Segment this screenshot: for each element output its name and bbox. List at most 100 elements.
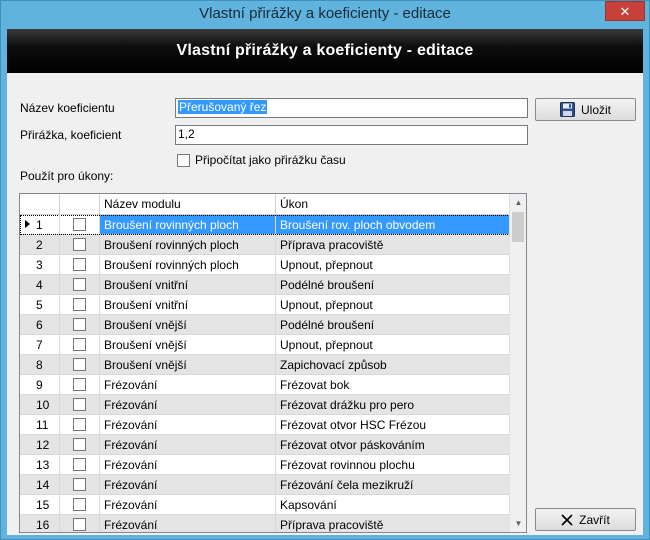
operation-cell[interactable]: Podélné broušení	[276, 315, 510, 334]
row-checkbox[interactable]	[73, 238, 86, 251]
time-surcharge-checkbox[interactable]	[177, 153, 190, 167]
row-checkbox[interactable]	[73, 278, 86, 291]
row-checkbox-cell[interactable]	[60, 435, 100, 454]
row-checkbox-cell[interactable]	[60, 515, 100, 532]
row-checkbox-cell[interactable]	[60, 455, 100, 474]
time-surcharge-option[interactable]: Připočítat jako přirážku času	[177, 153, 346, 167]
row-checkbox[interactable]	[73, 438, 86, 451]
grid-vertical-scrollbar[interactable]: ▲ ▼	[509, 194, 526, 532]
row-checkbox-cell[interactable]	[60, 275, 100, 294]
module-name-cell[interactable]: Frézování	[100, 515, 276, 532]
module-name-cell[interactable]: Broušení rovinných ploch	[100, 235, 276, 254]
row-checkbox-cell[interactable]	[60, 235, 100, 254]
table-row[interactable]: 5 Broušení vnitřní Upnout, přepnout	[20, 295, 510, 315]
name-input[interactable]: Přerušovaný řez	[175, 98, 528, 118]
row-checkbox-cell[interactable]	[60, 335, 100, 354]
row-checkbox-cell[interactable]	[60, 215, 100, 234]
row-checkbox-cell[interactable]	[60, 495, 100, 514]
module-name-cell[interactable]: Broušení vnější	[100, 335, 276, 354]
close-button-label: Zavřít	[579, 512, 610, 527]
module-name-cell[interactable]: Frézování	[100, 495, 276, 514]
operations-grid[interactable]: Název modulu Úkon 1 Broušení rovinných pl…	[19, 193, 527, 533]
operation-cell[interactable]: Frézovat otvor HSC Frézou	[276, 415, 510, 434]
module-name-cell[interactable]: Broušení rovinných ploch	[100, 215, 276, 234]
row-checkbox[interactable]	[73, 258, 86, 271]
module-name-cell[interactable]: Frézování	[100, 395, 276, 414]
row-checkbox[interactable]	[73, 418, 86, 431]
coefficient-input[interactable]: 1,2	[175, 125, 528, 145]
table-row[interactable]: 13 Frézování Frézovat rovinnou plochu	[20, 455, 510, 475]
table-row[interactable]: 14 Frézování Frézování čela mezikruží	[20, 475, 510, 495]
module-name-cell[interactable]: Frézování	[100, 415, 276, 434]
row-checkbox-cell[interactable]	[60, 255, 100, 274]
row-checkbox[interactable]	[73, 458, 86, 471]
header-checkbox[interactable]	[60, 194, 100, 214]
row-checkbox[interactable]	[73, 518, 86, 531]
header-module-name[interactable]: Název modulu	[100, 194, 276, 214]
row-checkbox-cell[interactable]	[60, 295, 100, 314]
name-label: Název koeficientu	[20, 101, 115, 115]
table-row[interactable]: 8 Broušení vnější Zapichovací způsob	[20, 355, 510, 375]
operation-cell[interactable]: Zapichovací způsob	[276, 355, 510, 374]
operation-cell[interactable]: Frézování čela mezikruží	[276, 475, 510, 494]
operation-cell[interactable]: Frézovat bok	[276, 375, 510, 394]
row-checkbox[interactable]	[73, 378, 86, 391]
table-row[interactable]: 7 Broušení vnější Upnout, přepnout	[20, 335, 510, 355]
table-row[interactable]: 4 Broušení vnitřní Podélné broušení	[20, 275, 510, 295]
table-row[interactable]: 1 Broušení rovinných ploch Broušení rov. p…	[20, 215, 510, 235]
row-checkbox[interactable]	[73, 338, 86, 351]
row-checkbox[interactable]	[73, 498, 86, 511]
row-checkbox[interactable]	[73, 478, 86, 491]
title-bar[interactable]: Vlastní přirážky a koeficienty - editace…	[1, 1, 649, 29]
operation-cell[interactable]: Upnout, přepnout	[276, 335, 510, 354]
table-row[interactable]: 2 Broušení rovinných ploch Příprava pracov…	[20, 235, 510, 255]
row-checkbox-cell[interactable]	[60, 415, 100, 434]
scroll-thumb[interactable]	[512, 212, 524, 242]
operation-cell[interactable]: Frézovat rovinnou plochu	[276, 455, 510, 474]
table-row[interactable]: 3 Broušení rovinných ploch Upnout, přepnou…	[20, 255, 510, 275]
module-name-cell[interactable]: Frézování	[100, 375, 276, 394]
operation-cell[interactable]: Příprava pracoviště	[276, 515, 510, 532]
module-name-cell[interactable]: Broušení vnitřní	[100, 275, 276, 294]
module-name-cell[interactable]: Broušení vnější	[100, 355, 276, 374]
table-row[interactable]: 10 Frézování Frézovat drážku pro pero	[20, 395, 510, 415]
operation-cell[interactable]: Upnout, přepnout	[276, 255, 510, 274]
table-row[interactable]: 6 Broušení vnější Podélné broušení	[20, 315, 510, 335]
close-button[interactable]: Zavřít	[535, 508, 636, 531]
header-row-number[interactable]	[20, 194, 60, 214]
module-name-cell[interactable]: Broušení vnitřní	[100, 295, 276, 314]
module-name-cell[interactable]: Frézování	[100, 475, 276, 494]
row-checkbox-cell[interactable]	[60, 395, 100, 414]
operation-cell[interactable]: Příprava pracoviště	[276, 235, 510, 254]
operation-cell[interactable]: Podélné broušení	[276, 275, 510, 294]
row-checkbox-cell[interactable]	[60, 375, 100, 394]
table-row[interactable]: 9 Frézování Frézovat bok	[20, 375, 510, 395]
row-checkbox-cell[interactable]	[60, 315, 100, 334]
operation-cell[interactable]: Frézovat otvor páskováním	[276, 435, 510, 454]
scroll-up-icon[interactable]: ▲	[510, 194, 526, 211]
table-row[interactable]: 11 Frézování Frézovat otvor HSC Frézou	[20, 415, 510, 435]
use-for-label: Použít pro úkony:	[20, 169, 114, 183]
row-checkbox[interactable]	[73, 398, 86, 411]
table-row[interactable]: 12 Frézování Frézovat otvor páskováním	[20, 435, 510, 455]
module-name-cell[interactable]: Frézování	[100, 435, 276, 454]
operation-cell[interactable]: Frézovat drážku pro pero	[276, 395, 510, 414]
save-button[interactable]: Uložit	[535, 98, 636, 121]
row-checkbox[interactable]	[73, 298, 86, 311]
scroll-down-icon[interactable]: ▼	[510, 515, 526, 532]
operation-cell[interactable]: Kapsování	[276, 495, 510, 514]
table-row[interactable]: 15 Frézování Kapsování	[20, 495, 510, 515]
header-operation[interactable]: Úkon	[276, 194, 510, 214]
operation-cell[interactable]: Upnout, přepnout	[276, 295, 510, 314]
row-checkbox[interactable]	[73, 218, 86, 231]
row-checkbox-cell[interactable]	[60, 475, 100, 494]
operation-cell[interactable]: Broušení rov. ploch obvodem	[276, 215, 510, 234]
row-checkbox[interactable]	[73, 318, 86, 331]
row-checkbox[interactable]	[73, 358, 86, 371]
module-name-cell[interactable]: Frézování	[100, 455, 276, 474]
module-name-cell[interactable]: Broušení rovinných ploch	[100, 255, 276, 274]
table-row[interactable]: 16 Frézování Příprava pracoviště	[20, 515, 510, 532]
window-close-button[interactable]: ✕	[605, 1, 645, 21]
row-checkbox-cell[interactable]	[60, 355, 100, 374]
module-name-cell[interactable]: Broušení vnější	[100, 315, 276, 334]
